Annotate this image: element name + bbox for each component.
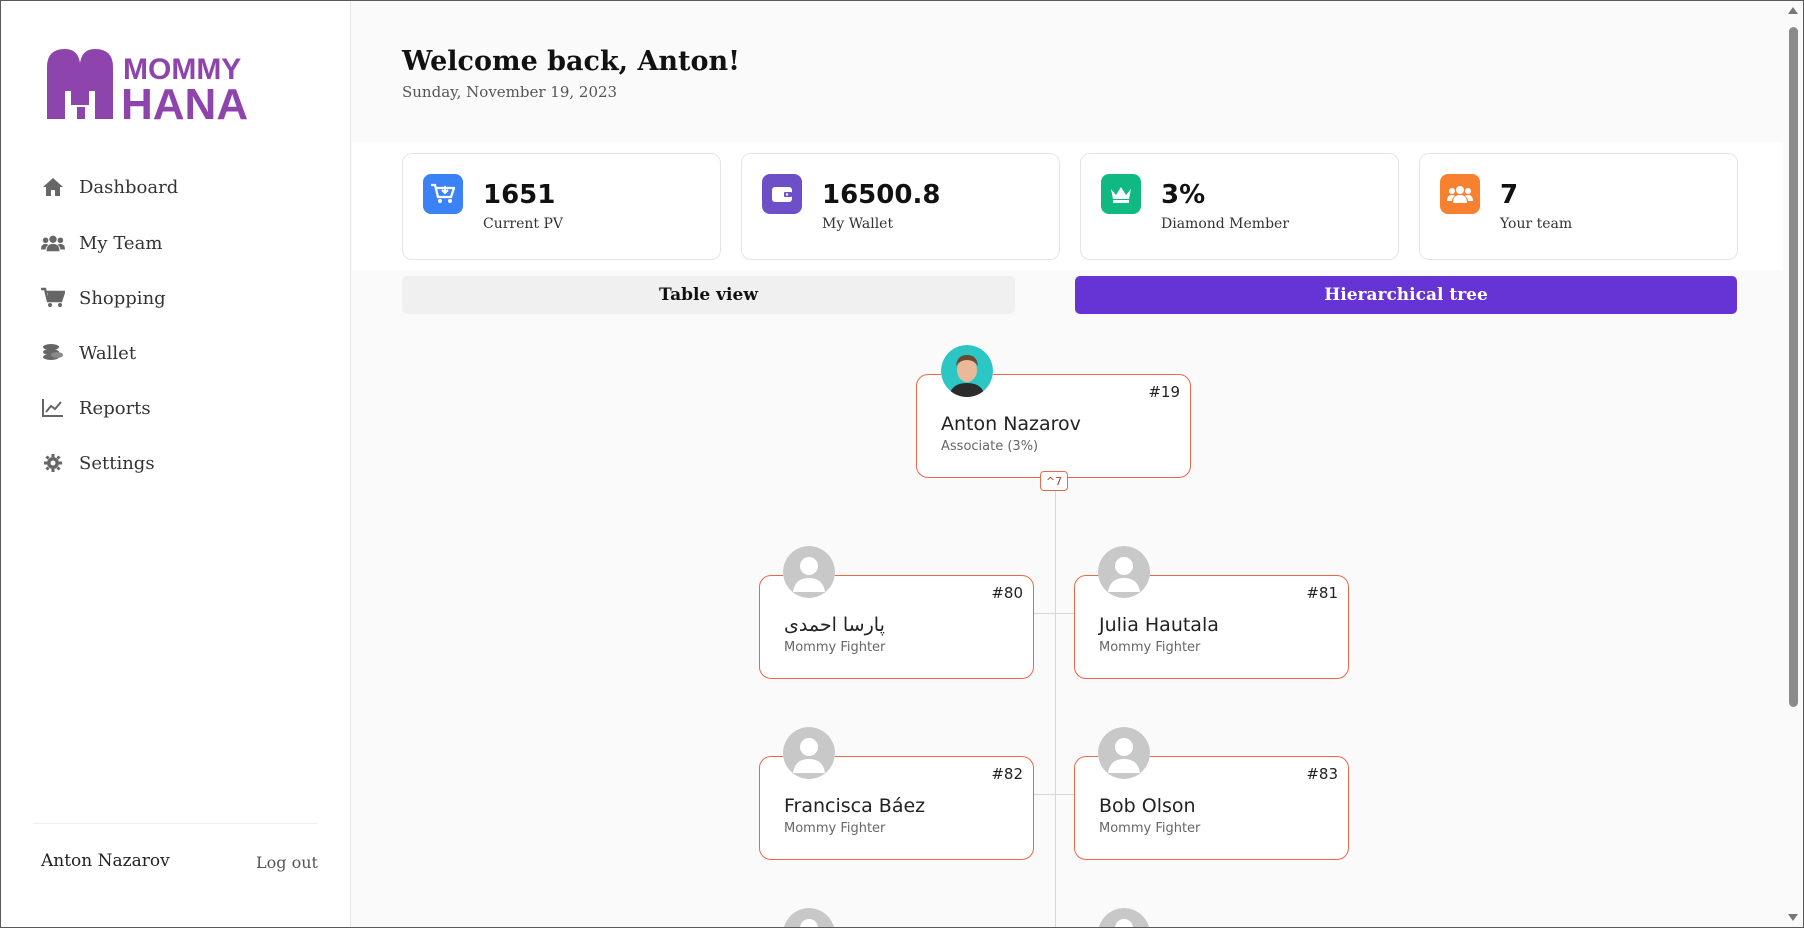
cart-download-icon xyxy=(423,174,463,214)
home-icon xyxy=(41,175,65,199)
tree-connector xyxy=(1055,489,1056,927)
expand-children-toggle[interactable]: ^ 7 xyxy=(1040,471,1068,491)
svg-text:HANA: HANA xyxy=(121,80,248,129)
tree-connector xyxy=(1034,794,1076,795)
brand-logo[interactable]: MOMMY HANA xyxy=(45,45,291,129)
stat-value: 16500.8 xyxy=(822,180,941,210)
sidebar-item-label: My Team xyxy=(79,232,163,254)
sidebar-item-shopping[interactable]: Shopping xyxy=(41,281,166,315)
node-id: #82 xyxy=(991,765,1023,783)
children-count: 7 xyxy=(1055,474,1063,488)
sidebar-item-my-team[interactable]: My Team xyxy=(41,226,162,260)
cart-icon xyxy=(41,286,65,310)
avatar-placeholder xyxy=(783,727,835,779)
node-role: Mommy Fighter xyxy=(1099,640,1201,655)
page-title: Welcome back, Anton! xyxy=(402,46,741,77)
avatar-placeholder xyxy=(1098,908,1150,927)
node-name: Julia Hautala xyxy=(1099,614,1219,636)
node-name: پارسا احمدی xyxy=(784,614,885,636)
avatar-placeholder xyxy=(1098,546,1150,598)
node-name: Francisca Báez xyxy=(784,795,926,817)
sidebar-item-label: Reports xyxy=(79,397,151,419)
sidebar-item-label: Dashboard xyxy=(79,176,179,198)
main-content: Welcome back, Anton! Sunday, November 19… xyxy=(352,1,1784,927)
node-role: Mommy Fighter xyxy=(784,640,886,655)
stat-label: Current PV xyxy=(483,216,564,232)
avatar-placeholder xyxy=(783,546,835,598)
avatar-placeholder xyxy=(1098,727,1150,779)
avatar-placeholder xyxy=(783,908,835,927)
stat-value: 7 xyxy=(1500,180,1519,210)
scrollbar-thumb[interactable] xyxy=(1789,27,1798,707)
stat-card-my-wallet: 16500.8 My Wallet xyxy=(741,153,1060,260)
coins-icon xyxy=(41,341,65,365)
sidebar-item-settings[interactable]: Settings xyxy=(41,446,155,480)
node-id: #80 xyxy=(991,584,1023,602)
node-id: #19 xyxy=(1148,383,1180,401)
gear-icon xyxy=(41,451,65,475)
divider xyxy=(33,823,318,824)
node-name: Anton Nazarov xyxy=(941,413,1081,435)
sidebar-item-label: Shopping xyxy=(79,287,166,309)
table-view-button[interactable]: Table view xyxy=(402,276,1015,314)
scroll-down-arrow-icon[interactable] xyxy=(1788,914,1798,921)
crown-icon xyxy=(1101,174,1141,214)
node-role: Associate (3%) xyxy=(941,439,1039,454)
stat-label: Diamond Member xyxy=(1161,216,1290,232)
vertical-scrollbar[interactable] xyxy=(1783,1,1803,927)
stat-label: Your team xyxy=(1500,216,1573,232)
node-role: Mommy Fighter xyxy=(1099,821,1201,836)
sidebar-item-dashboard[interactable]: Dashboard xyxy=(41,170,178,204)
scroll-up-arrow-icon[interactable] xyxy=(1788,7,1798,14)
stat-card-your-team: 7 Your team xyxy=(1419,153,1738,260)
avatar xyxy=(941,345,993,397)
sidebar: MOMMY HANA Dashboard My Team Shopping Wa… xyxy=(1,1,351,927)
stat-label: My Wallet xyxy=(822,216,894,232)
chart-line-icon xyxy=(41,396,65,420)
sidebar-item-wallet[interactable]: Wallet xyxy=(41,336,136,370)
logout-button[interactable]: Log out xyxy=(256,853,318,872)
app-window: MOMMY HANA Dashboard My Team Shopping Wa… xyxy=(0,0,1804,928)
stat-card-current-pv: 1651 Current PV xyxy=(402,153,721,260)
tree-connector xyxy=(1034,613,1076,614)
users-icon xyxy=(1440,174,1480,214)
stat-value: 1651 xyxy=(483,180,556,210)
stat-card-diamond-member: 3% Diamond Member xyxy=(1080,153,1399,260)
current-user-name: Anton Nazarov xyxy=(41,851,170,871)
chevron-up-icon: ^ xyxy=(1045,474,1056,488)
sidebar-item-label: Wallet xyxy=(79,342,137,364)
node-role: Mommy Fighter xyxy=(784,821,886,836)
hierarchical-tree-button[interactable]: Hierarchical tree xyxy=(1075,276,1737,314)
node-name: Bob Olson xyxy=(1099,795,1196,817)
node-id: #81 xyxy=(1306,584,1338,602)
node-id: #83 xyxy=(1306,765,1338,783)
sidebar-item-reports[interactable]: Reports xyxy=(41,391,151,425)
sidebar-item-label: Settings xyxy=(79,452,155,474)
current-date: Sunday, November 19, 2023 xyxy=(402,83,618,101)
stat-value: 3% xyxy=(1161,180,1206,210)
wallet-icon xyxy=(762,174,802,214)
users-icon xyxy=(41,231,65,255)
